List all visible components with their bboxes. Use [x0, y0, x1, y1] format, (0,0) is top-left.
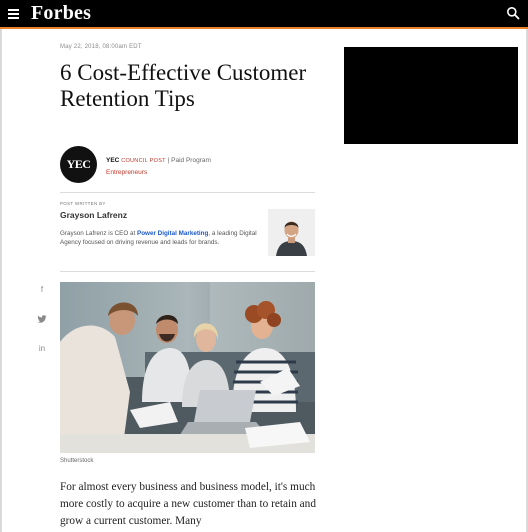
header-accent-line [0, 27, 528, 29]
forbes-logo[interactable]: Forbes [31, 2, 91, 25]
article-body: For almost every business and business m… [60, 481, 316, 527]
linkedin-share-icon[interactable]: in [36, 343, 48, 355]
company-link[interactable]: Power Digital Marketing [137, 230, 208, 237]
divider [60, 271, 315, 272]
council-post-label: Council Post [121, 158, 166, 164]
contributor-name[interactable]: YEC [106, 157, 119, 164]
author-bio: Grayson Lafrenz is CEO at Power Digital … [60, 229, 260, 247]
paid-program-label: Paid Program [171, 157, 211, 164]
top-navigation-bar: Forbes [0, 0, 528, 27]
category-link[interactable]: Entrepreneurs [106, 167, 211, 178]
search-icon[interactable] [506, 6, 520, 20]
post-written-by-label: POST WRITTEN BY [60, 201, 106, 206]
article-date: May 22, 2018, 08:00am EDT [60, 44, 142, 50]
hamburger-menu-icon[interactable] [8, 7, 22, 20]
facebook-share-icon[interactable]: f [36, 284, 48, 296]
page-border-left [0, 29, 2, 532]
author-photo[interactable] [268, 209, 315, 256]
author-name[interactable]: Grayson Lafrenz [60, 210, 127, 220]
advertisement-slot[interactable] [344, 47, 518, 144]
contributor-info: YEC Council Post | Paid Program Entrepre… [106, 155, 211, 178]
yec-logo-badge[interactable]: YEC [60, 146, 97, 183]
author-bio-prefix: Grayson Lafrenz is CEO at [60, 230, 137, 237]
article-headline: 6 Cost-Effective Customer Retention Tips [60, 60, 307, 111]
image-credit: Shutterstock [60, 458, 94, 464]
yec-logo-text: YEC [66, 157, 91, 171]
twitter-share-icon[interactable] [36, 313, 48, 325]
article-hero-image [60, 282, 315, 453]
divider [60, 192, 315, 193]
